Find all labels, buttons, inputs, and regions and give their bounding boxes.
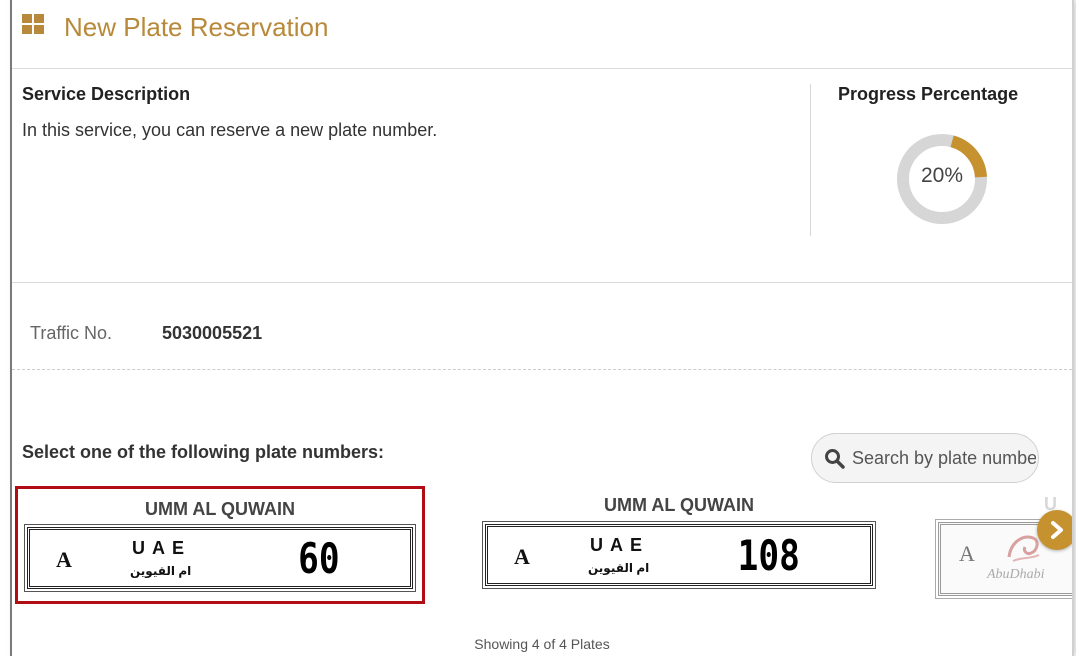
select-plate-prompt: Select one of the following plate number… xyxy=(22,442,385,462)
plate-number: 60 xyxy=(298,534,340,583)
plate-city: AbuDhabi xyxy=(987,567,1045,582)
traffic-number-label: Traffic No. xyxy=(30,323,113,343)
plate-code: A xyxy=(514,544,530,569)
search-icon xyxy=(825,449,845,469)
grid-icon xyxy=(22,14,44,34)
dashed-divider xyxy=(12,369,1072,370)
page-header: New Plate Reservation xyxy=(12,0,1072,69)
plate-image: A UAE ام القيوين 108 xyxy=(482,521,876,589)
plate-country: UAE xyxy=(132,538,192,558)
progress-percentage-label: Progress Percentage xyxy=(838,84,1019,104)
plate-country: UAE xyxy=(590,535,650,555)
plate-emirate-name: UMM AL QUWAIN xyxy=(604,495,754,515)
service-description-label: Service Description xyxy=(22,84,191,104)
section-divider xyxy=(810,84,811,236)
plate-code: A xyxy=(56,547,72,572)
plate-image: A UAE ام القيوين 60 xyxy=(24,524,416,592)
plate-card[interactable]: UMM AL QUWAIN A UAE ام القيوين 108 xyxy=(482,489,876,599)
chevron-right-icon xyxy=(1051,521,1063,539)
plate-card-selected[interactable]: UMM AL QUWAIN A UAE ام القيوين 60 xyxy=(15,486,425,604)
page-frame: New Plate Reservation Service Descriptio… xyxy=(10,0,1074,656)
plate-emirate-arabic: ام القيوين xyxy=(130,564,192,578)
plate-number: 108 xyxy=(737,531,800,580)
plate-emirate-name: UMM AL QUWAIN xyxy=(145,499,295,519)
plate-emirate-arabic: ام القيوين xyxy=(588,561,650,575)
progress-value: 20% xyxy=(920,164,964,187)
page-title: New Plate Reservation xyxy=(64,12,329,42)
traffic-number-value: 5030005521 xyxy=(162,323,263,343)
plates-count-text: Showing 4 of 4 Plates xyxy=(474,636,610,652)
plate-search-box[interactable] xyxy=(811,433,1039,483)
service-description-text: In this service, you can reserve a new p… xyxy=(22,120,438,140)
plate-search-input[interactable] xyxy=(852,445,1036,471)
horizontal-divider xyxy=(12,282,1072,283)
plate-code: A xyxy=(959,541,975,566)
next-plates-button[interactable] xyxy=(1037,510,1072,550)
